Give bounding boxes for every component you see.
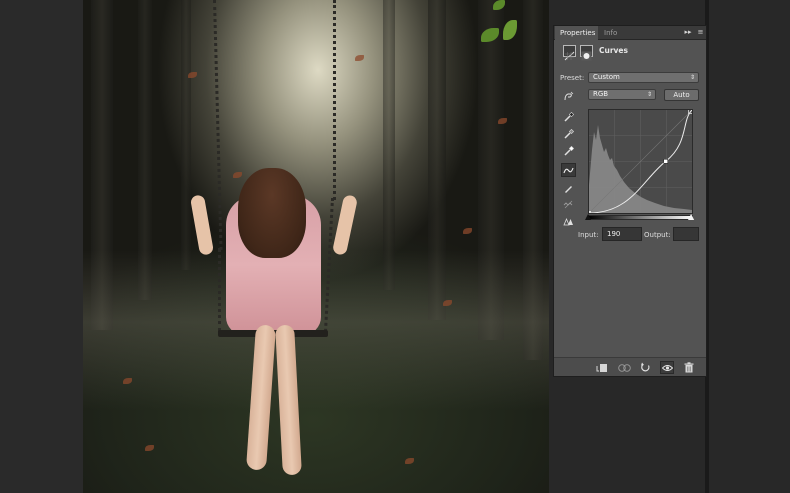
panel-menu-button[interactable]: ≡ <box>695 26 706 39</box>
preset-dropdown[interactable]: Custom ⇕ <box>588 72 699 83</box>
output-value-field[interactable] <box>673 227 699 241</box>
channel-dropdown[interactable]: RGB ⇕ <box>588 89 656 100</box>
falling-leaf <box>463 228 472 234</box>
smooth-icon[interactable] <box>561 197 576 211</box>
tab-properties[interactable]: Properties <box>555 26 598 40</box>
falling-leaf <box>233 172 242 178</box>
tab-info[interactable]: Info <box>599 26 622 40</box>
preset-label: Preset: <box>560 74 585 82</box>
clipping-warning-icon[interactable] <box>561 214 576 228</box>
adjustment-header: Curves <box>554 42 706 61</box>
adjustment-title: Curves <box>599 46 628 55</box>
white-point-eyedropper-icon[interactable] <box>561 144 576 158</box>
tree-trunk <box>181 0 191 270</box>
falling-leaf <box>188 72 197 78</box>
curves-adjustment-icon <box>563 45 576 61</box>
clip-to-layer-icon[interactable] <box>595 361 609 374</box>
panel-tab-bar: Properties Info ▸▸ ≡ <box>554 26 706 40</box>
view-previous-icon[interactable] <box>617 361 631 374</box>
black-point-slider[interactable]: ▲ <box>585 212 591 221</box>
falling-leaf <box>355 55 364 61</box>
falling-leaf <box>145 445 154 451</box>
properties-panel: Properties Info ▸▸ ≡ Curves Preset: Cust… <box>553 25 707 377</box>
curves-graph-svg[interactable] <box>587 109 693 215</box>
dropdown-arrows-icon: ⇕ <box>646 91 652 98</box>
curves-graph[interactable] <box>587 109 693 215</box>
tree-trunk <box>383 0 395 290</box>
auto-button[interactable]: Auto <box>664 89 699 101</box>
panel-bottom-bar <box>554 357 706 376</box>
swing-chain-left <box>213 0 223 250</box>
output-label: Output: <box>644 231 671 239</box>
gray-point-eyedropper-icon[interactable] <box>561 127 576 141</box>
input-gradient-bar <box>588 215 693 220</box>
curve-points-icon[interactable] <box>561 163 576 177</box>
app-window: Properties Info ▸▸ ≡ Curves Preset: Cust… <box>0 0 790 493</box>
falling-leaf <box>405 458 414 464</box>
input-label: Input: <box>578 231 599 239</box>
reset-icon[interactable] <box>638 361 652 374</box>
document-canvas[interactable] <box>83 0 549 493</box>
input-value-field[interactable]: 190 <box>602 227 642 241</box>
pencil-icon[interactable] <box>561 181 576 195</box>
swing-chain-left-lower <box>218 248 221 332</box>
dropdown-arrows-icon: ⇕ <box>689 74 695 81</box>
green-leaf <box>503 20 517 40</box>
layer-mask-icon[interactable] <box>580 45 593 61</box>
collapse-panel-button[interactable]: ▸▸ <box>682 26 694 39</box>
girl-arm-right <box>331 194 359 256</box>
swing-chain-right <box>333 0 336 200</box>
preset-value: Custom <box>593 73 620 81</box>
girl-arm-left <box>189 194 215 256</box>
delete-icon[interactable] <box>682 361 696 374</box>
falling-leaf <box>498 118 507 124</box>
finger-on-image-icon[interactable] <box>561 89 576 103</box>
black-point-eyedropper-icon[interactable] <box>561 110 576 124</box>
visibility-eye-icon[interactable] <box>660 361 674 374</box>
white-point-slider[interactable]: ▲ <box>688 212 694 221</box>
curve-point-active <box>663 159 668 164</box>
girl-hair <box>238 168 306 258</box>
channel-value: RGB <box>593 90 609 98</box>
